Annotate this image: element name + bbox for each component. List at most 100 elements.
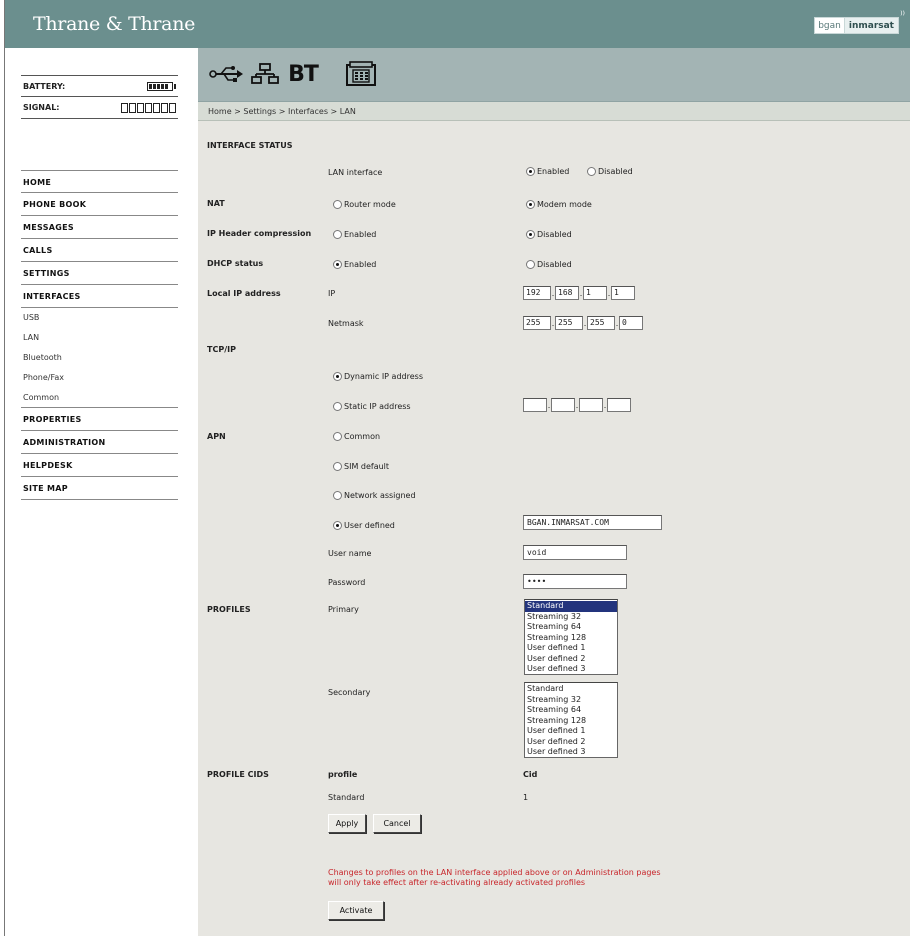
list-item[interactable]: Standard: [525, 601, 617, 612]
bluetooth-icon[interactable]: BT: [286, 61, 320, 87]
usb-icon[interactable]: [208, 61, 244, 87]
static-ip-radio[interactable]: Static IP address: [333, 402, 411, 411]
signal-strength-icon: [121, 102, 176, 113]
ip-header-enabled-radio[interactable]: Enabled: [333, 230, 376, 239]
radio-dot: [526, 230, 535, 239]
menu-phone-book[interactable]: PHONE BOOK: [21, 193, 178, 216]
nat-router-radio[interactable]: Router mode: [333, 200, 396, 209]
apn-value-input[interactable]: BGAN.INMARSAT.COM: [523, 515, 662, 530]
list-item[interactable]: User defined 2: [525, 654, 617, 665]
static-ip-octet-2[interactable]: [551, 398, 575, 412]
section-profiles: PROFILES: [207, 605, 251, 614]
radio-label: Enabled: [537, 167, 570, 176]
apn-network-assigned-radio[interactable]: Network assigned: [333, 491, 416, 500]
static-ip-octet-4[interactable]: [607, 398, 631, 412]
menu-messages[interactable]: MESSAGES: [21, 216, 178, 239]
lan-icon[interactable]: [250, 61, 280, 87]
menu-properties[interactable]: PROPERTIES: [21, 408, 178, 431]
list-item[interactable]: Streaming 64: [525, 705, 617, 716]
radio-label: SIM default: [344, 462, 390, 471]
warning-line-1: Changes to profiles on the LAN interface…: [328, 868, 661, 877]
list-item[interactable]: Streaming 128: [525, 716, 617, 727]
apply-button[interactable]: Apply: [328, 814, 366, 833]
username-input[interactable]: void: [523, 545, 627, 560]
ip-octet-4[interactable]: 1: [611, 286, 635, 300]
apn-user-defined-radio[interactable]: User defined: [333, 521, 395, 530]
app-frame: Thrane & Thrane ⁾⁾ bgan inmarsat BATTERY…: [4, 0, 910, 936]
activate-button[interactable]: Activate: [328, 901, 384, 920]
netmask-octet-2[interactable]: 255: [555, 316, 583, 330]
radio-dot: [333, 432, 342, 441]
list-item[interactable]: Streaming 32: [525, 695, 617, 706]
radio-label: Static IP address: [344, 402, 411, 411]
menu-calls[interactable]: CALLS: [21, 239, 178, 262]
menu-site-map[interactable]: SITE MAP: [21, 477, 178, 500]
dynamic-ip-radio[interactable]: Dynamic IP address: [333, 372, 423, 381]
status-box: BATTERY: SIGNAL:: [21, 75, 178, 119]
menu-home[interactable]: HOME: [21, 170, 178, 193]
apn-common-radio[interactable]: Common: [333, 432, 380, 441]
dhcp-enabled-radio[interactable]: Enabled: [333, 260, 376, 269]
list-item[interactable]: User defined 1: [525, 643, 617, 654]
lan-disabled-radio[interactable]: Disabled: [587, 167, 633, 176]
cids-row-cid: 1: [523, 793, 529, 802]
ip-octet-2[interactable]: 168: [555, 286, 579, 300]
list-item[interactable]: Streaming 64: [525, 622, 617, 633]
radio-dot: [333, 260, 342, 269]
radio-dot: [587, 167, 596, 176]
submenu-lan[interactable]: LAN: [21, 328, 178, 348]
list-item[interactable]: User defined 1: [525, 726, 617, 737]
battery-row: BATTERY:: [21, 75, 178, 97]
cancel-button[interactable]: Cancel: [373, 814, 421, 833]
section-tcpip: TCP/IP: [207, 345, 236, 354]
apn-sim-default-radio[interactable]: SIM default: [333, 462, 389, 471]
phone-fax-icon[interactable]: [344, 61, 378, 87]
netmask-octet-3[interactable]: 255: [587, 316, 615, 330]
secondary-profile-list[interactable]: Standard Streaming 32 Streaming 64 Strea…: [524, 682, 618, 758]
radio-label: Router mode: [344, 200, 396, 209]
menu-settings[interactable]: SETTINGS: [21, 262, 178, 285]
static-ip-octet-1[interactable]: [523, 398, 547, 412]
list-item[interactable]: User defined 2: [525, 737, 617, 748]
submenu-phone-fax[interactable]: Phone/Fax: [21, 368, 178, 388]
dhcp-disabled-radio[interactable]: Disabled: [526, 260, 572, 269]
warning-line-2: will only take effect after re-activatin…: [328, 878, 586, 887]
radio-dot: [526, 167, 535, 176]
lan-enabled-radio[interactable]: Enabled: [526, 167, 569, 176]
netmask-octet-1[interactable]: 255: [523, 316, 551, 330]
static-ip-octet-3[interactable]: [579, 398, 603, 412]
list-item[interactable]: Standard: [525, 684, 617, 695]
ip-octet-1[interactable]: 192: [523, 286, 551, 300]
radio-label: Enabled: [344, 260, 377, 269]
menu-helpdesk[interactable]: HELPDESK: [21, 454, 178, 477]
partner-logo-right: inmarsat: [843, 18, 898, 33]
netmask-octet-4[interactable]: 0: [619, 316, 643, 330]
battery-icon: [147, 81, 176, 91]
list-item[interactable]: User defined 3: [525, 664, 617, 674]
signal-label: SIGNAL:: [23, 103, 60, 112]
menu-administration[interactable]: ADMINISTRATION: [21, 431, 178, 454]
ip-octet-3[interactable]: 1: [583, 286, 607, 300]
submenu-bluetooth[interactable]: Bluetooth: [21, 348, 178, 368]
submenu-common[interactable]: Common: [21, 388, 178, 408]
radio-dot: [333, 372, 342, 381]
menu-interfaces[interactable]: INTERFACES: [21, 285, 178, 308]
section-interface-status: INTERFACE STATUS: [207, 141, 293, 150]
list-item[interactable]: Streaming 128: [525, 633, 617, 644]
primary-profile-list[interactable]: Standard Streaming 32 Streaming 64 Strea…: [524, 599, 618, 675]
main-menu: HOME PHONE BOOK MESSAGES CALLS SETTINGS …: [21, 170, 178, 500]
list-item[interactable]: User defined 3: [525, 747, 617, 757]
partner-logo: bgan inmarsat: [814, 17, 899, 34]
radio-label: Enabled: [344, 230, 377, 239]
submenu-usb[interactable]: USB: [21, 308, 178, 328]
password-input[interactable]: ••••: [523, 574, 627, 589]
radio-label: Disabled: [598, 167, 633, 176]
nat-modem-radio[interactable]: Modem mode: [526, 200, 592, 209]
radio-dot: [333, 521, 342, 530]
list-item[interactable]: Streaming 32: [525, 612, 617, 623]
radio-label: User defined: [344, 521, 395, 530]
ip-header-disabled-radio[interactable]: Disabled: [526, 230, 572, 239]
section-dhcp-status: DHCP status: [207, 259, 264, 268]
cids-row-profile: Standard: [328, 793, 365, 802]
radio-dot: [333, 462, 342, 471]
